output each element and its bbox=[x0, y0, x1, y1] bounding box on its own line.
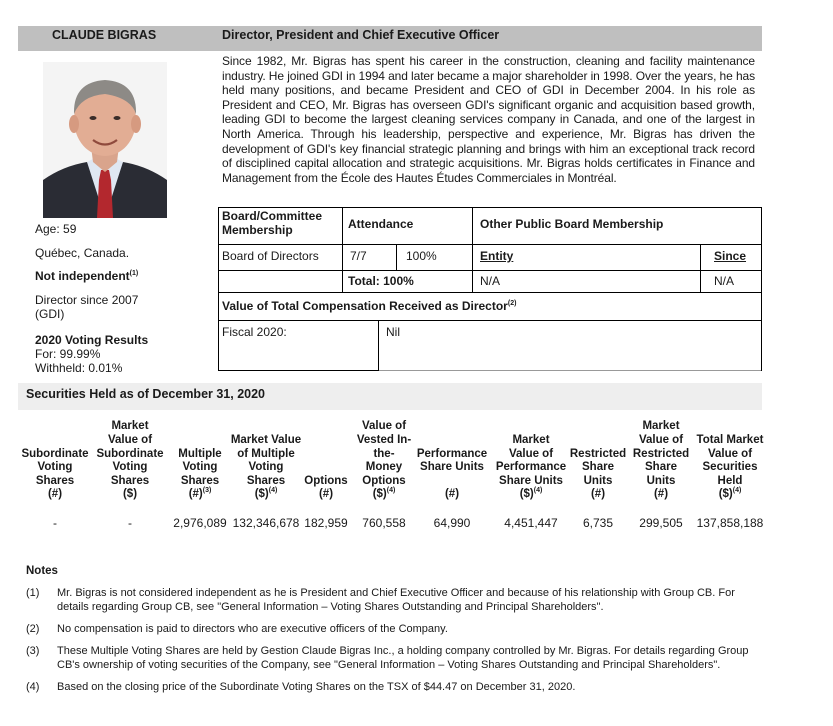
age: Age: 59 bbox=[35, 222, 77, 236]
note-text: Mr. Bigras is not considered independent… bbox=[57, 587, 735, 613]
since-header: Since bbox=[714, 249, 747, 263]
board-row-name: Board of Directors bbox=[222, 249, 319, 263]
note-text: These Multiple Voting Shares are held by… bbox=[57, 645, 749, 671]
fiscal-value: Nil bbox=[386, 325, 400, 339]
voting-results-title: 2020 Voting Results bbox=[35, 333, 149, 347]
board-col-attendance-header: Attendance bbox=[348, 217, 414, 231]
board-row-percent: 100% bbox=[406, 249, 437, 263]
director-since: Director since 2007 (GDI) bbox=[35, 293, 139, 321]
location: Québec, Canada. bbox=[35, 246, 130, 260]
securities-col-header: Multiple Voting Shares (#)(3) bbox=[178, 447, 222, 501]
securities-col-value: 137,858,188 bbox=[696, 516, 764, 530]
securities-col-header: Restricted Share Units (#) bbox=[569, 447, 627, 501]
fiscal-label: Fiscal 2020: bbox=[222, 325, 287, 339]
voting-for: For: 99.99% bbox=[35, 347, 101, 361]
compensation-note-ref: (2) bbox=[507, 300, 517, 307]
board-membership-table: Board/Committee Membership Attendance Oth… bbox=[218, 207, 762, 371]
securities-col-header: Market Value of Subordinate Voting Shares ($) bbox=[96, 420, 164, 501]
note-text: No compensation is paid to directors who… bbox=[57, 623, 448, 635]
biography-text: Since 1982, Mr. Bigras has spent his car… bbox=[222, 54, 755, 185]
securities-col-value: 64,990 bbox=[433, 516, 471, 530]
securities-col-header: Market Value of Performance Share Units ($)(… bbox=[495, 434, 567, 501]
securities-col-header: Performance Share Units (#) bbox=[416, 447, 488, 501]
board-col-other-boards-header: Other Public Board Membership bbox=[480, 217, 664, 231]
securities-col-header: Options (#) bbox=[304, 474, 348, 501]
compensation-title: Value of Total Compensation Received as … bbox=[222, 299, 517, 313]
securities-col-header: Market Value of Restricted Share Units (#) bbox=[632, 420, 690, 501]
securities-col-header: Market Value of Multiple Voting Shares ($)(4… bbox=[230, 434, 302, 501]
director-name: CLAUDE BIGRAS bbox=[52, 28, 157, 42]
notes-title: Notes bbox=[26, 565, 58, 577]
securities-col-value: - bbox=[128, 516, 132, 530]
since-value: N/A bbox=[714, 274, 735, 288]
director-photo bbox=[43, 62, 167, 218]
voting-withheld: Withheld: 0.01% bbox=[35, 361, 123, 375]
director-role: Director, President and Chief Executive … bbox=[222, 28, 500, 42]
note-number: (1) bbox=[26, 587, 40, 599]
board-col-membership-header: Board/Committee Membership bbox=[222, 209, 323, 237]
independence-status: Not independent(1) bbox=[35, 269, 139, 283]
entity-header: Entity bbox=[480, 249, 514, 263]
attendance-total: Total: 100% bbox=[348, 274, 414, 288]
securities-col-header: Value of Vested In-the- Money Options ($)(4) bbox=[356, 420, 412, 501]
securities-col-header: Subordinate Voting Shares (#) bbox=[21, 447, 89, 501]
board-row-meetings: 7/7 bbox=[350, 249, 367, 263]
securities-title: Securities Held as of December 31, 2020 bbox=[26, 387, 266, 401]
note-number: (4) bbox=[26, 681, 40, 693]
entity-value: N/A bbox=[480, 274, 501, 288]
securities-col-header: Total Market Value of Securities Held ($)(4) bbox=[696, 434, 764, 501]
note-number: (3) bbox=[26, 645, 40, 657]
note-text: Based on the closing price of the Subord… bbox=[57, 681, 576, 693]
portrait-image bbox=[43, 62, 167, 218]
note-number: (2) bbox=[26, 623, 40, 635]
independence-note-ref: (1) bbox=[129, 270, 139, 277]
